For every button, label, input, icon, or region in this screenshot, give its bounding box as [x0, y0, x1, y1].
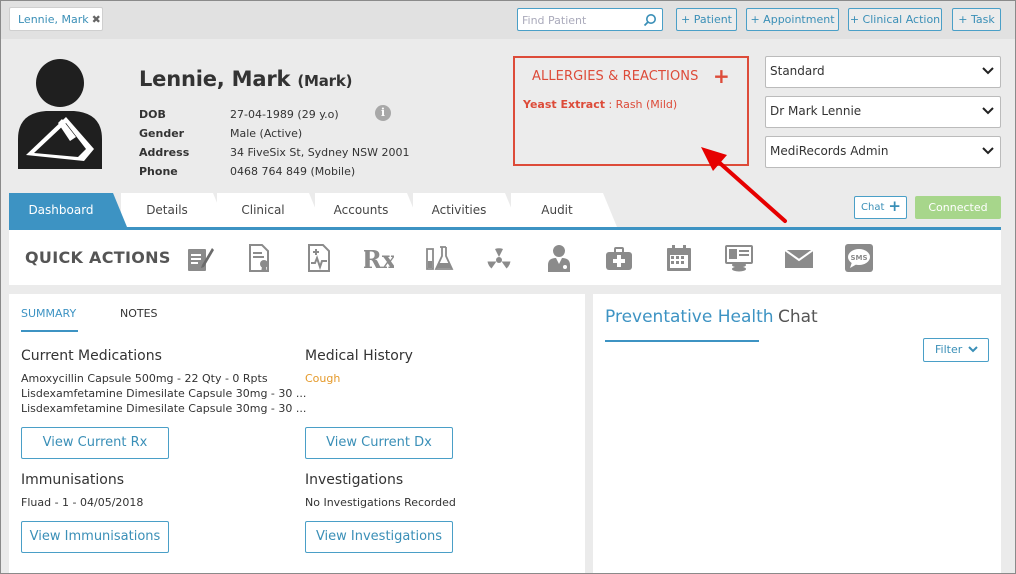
medication-item: Lisdexamfetamine Dimesilate Capsule 30mg…: [21, 387, 307, 400]
allergy-reaction: : Rash (Mild): [608, 98, 678, 111]
view-current-rx-button[interactable]: View Current Rx: [21, 427, 169, 459]
tab-notes[interactable]: NOTES: [120, 307, 158, 320]
preventative-health-underline: [605, 340, 759, 342]
top-bar: Lennie, Mark✖ + Patient + Appointment + …: [1, 1, 1015, 39]
phone-value: 0468 764 849 (Mobile): [230, 165, 356, 178]
chevron-down-icon: [982, 107, 994, 115]
allergies-title: ALLERGIES & REACTIONS: [532, 69, 699, 84]
filter-button[interactable]: Filter: [923, 338, 989, 362]
dob-label: DOB: [139, 108, 166, 121]
patient-full-name: Lennie, Mark: [139, 67, 291, 91]
tab-accounts[interactable]: Accounts: [315, 193, 421, 227]
summary-panel: SUMMARY NOTES Current Medications Amoxyc…: [9, 294, 585, 573]
tab-clinical[interactable]: Clinical: [217, 193, 323, 227]
tab-audit-label: Audit: [541, 203, 573, 217]
doctor-referral-icon[interactable]: [544, 243, 574, 273]
filter-label: Filter: [935, 343, 963, 356]
tab-activities-label: Activities: [431, 203, 487, 217]
patient-preferred-name: (Mark): [297, 72, 353, 90]
view-investigations-button[interactable]: View Investigations: [305, 521, 453, 553]
medical-kit-icon[interactable]: [604, 243, 634, 273]
tab-activities[interactable]: Activities: [413, 193, 519, 227]
mail-icon[interactable]: [784, 243, 814, 273]
medication-item: Lisdexamfetamine Dimesilate Capsule 30mg…: [21, 402, 307, 415]
current-medications-title: Current Medications: [21, 348, 162, 364]
add-appointment-button[interactable]: + Appointment: [746, 8, 839, 31]
address-value: 34 FiveSix St, Sydney NSW 2001: [230, 146, 410, 159]
lab-flask-icon[interactable]: [424, 243, 454, 273]
connection-status-badge: Connected: [915, 196, 1001, 219]
gender-value: Male (Active): [230, 127, 303, 140]
tab-accounts-label: Accounts: [333, 203, 389, 217]
find-patient-search: [517, 8, 663, 31]
certificate-icon[interactable]: [244, 243, 274, 273]
tab-audit[interactable]: Audit: [511, 193, 617, 227]
radiation-icon[interactable]: [484, 243, 514, 273]
immunisation-item: Fluad - 1 - 04/05/2018: [21, 496, 144, 509]
tab-details[interactable]: Details: [121, 193, 227, 227]
phone-label: Phone: [139, 165, 178, 178]
calendar-icon[interactable]: [664, 243, 694, 273]
user-select[interactable]: MediRecords Admin: [765, 136, 1001, 168]
add-clinical-action-button[interactable]: + Clinical Action: [848, 8, 942, 31]
add-allergy-icon[interactable]: +: [713, 64, 730, 88]
quick-actions-bar: QUICK ACTIONS Rx: [9, 230, 1001, 285]
tab-chat[interactable]: Chat: [778, 307, 818, 327]
chevron-down-icon: [982, 67, 994, 75]
patient-avatar: [18, 59, 102, 169]
tab-preventative-health[interactable]: Preventative Health: [605, 307, 774, 327]
search-icon[interactable]: [643, 13, 657, 27]
tab-dashboard-label: Dashboard: [28, 203, 94, 217]
view-current-dx-button[interactable]: View Current Dx: [305, 427, 453, 459]
allergy-name: Yeast Extract: [523, 98, 605, 111]
allergy-item: Yeast Extract : Rash (Mild): [523, 98, 677, 111]
fee-schedule-value: Standard: [770, 64, 825, 78]
plus-icon: +: [888, 197, 901, 215]
dob-value: 27-04-1989 (29 y.o): [230, 108, 339, 121]
info-icon[interactable]: i: [375, 105, 391, 121]
add-patient-button[interactable]: + Patient: [676, 8, 737, 31]
tab-dashboard[interactable]: Dashboard: [9, 193, 127, 227]
summary-tab-underline: [21, 330, 78, 332]
app-window: Lennie, Mark✖ + Patient + Appointment + …: [0, 0, 1016, 574]
medical-history-title: Medical History: [305, 348, 413, 364]
chat-button[interactable]: Chat +: [854, 196, 907, 219]
investigation-item: No Investigations Recorded: [305, 496, 456, 509]
svg-text:SMS: SMS: [850, 254, 867, 262]
gender-label: Gender: [139, 127, 185, 140]
add-task-button[interactable]: + Task: [952, 8, 1001, 31]
open-patient-tab[interactable]: Lennie, Mark ✖: [9, 7, 103, 31]
medical-history-item[interactable]: Cough: [305, 372, 340, 385]
find-patient-input[interactable]: [518, 10, 636, 31]
open-patient-tab-label: Lennie, Mark: [18, 13, 89, 26]
tab-summary[interactable]: SUMMARY: [21, 307, 76, 320]
user-value: MediRecords Admin: [770, 144, 889, 158]
close-icon[interactable]: ✖: [92, 13, 101, 26]
note-edit-icon[interactable]: [184, 243, 214, 273]
immunisations-title: Immunisations: [21, 472, 125, 488]
preventative-health-panel: Preventative Health Chat Filter: [593, 294, 1001, 573]
medication-item: Amoxycillin Capsule 500mg - 22 Qty - 0 R…: [21, 372, 268, 385]
practitioner-value: Dr Mark Lennie: [770, 104, 862, 118]
view-immunisations-button[interactable]: View Immunisations: [21, 521, 169, 553]
sms-icon[interactable]: SMS: [844, 243, 874, 273]
chat-button-label: Chat: [861, 202, 885, 213]
practitioner-select[interactable]: Dr Mark Lennie: [765, 96, 1001, 128]
tab-details-label: Details: [146, 203, 188, 217]
investigations-title: Investigations: [305, 472, 404, 488]
rx-prescription-icon[interactable]: Rx: [364, 243, 394, 273]
chevron-down-icon: [968, 346, 978, 353]
billing-icon[interactable]: [724, 243, 754, 273]
svg-text:Rx: Rx: [364, 245, 394, 273]
fee-schedule-select[interactable]: Standard: [765, 56, 1001, 88]
quick-actions-label: QUICK ACTIONS: [25, 248, 171, 267]
address-label: Address: [139, 146, 190, 159]
tab-clinical-label: Clinical: [241, 203, 285, 217]
patient-name: Lennie, Mark (Mark): [139, 67, 353, 91]
chevron-down-icon: [982, 147, 994, 155]
medical-report-icon[interactable]: [304, 243, 334, 273]
